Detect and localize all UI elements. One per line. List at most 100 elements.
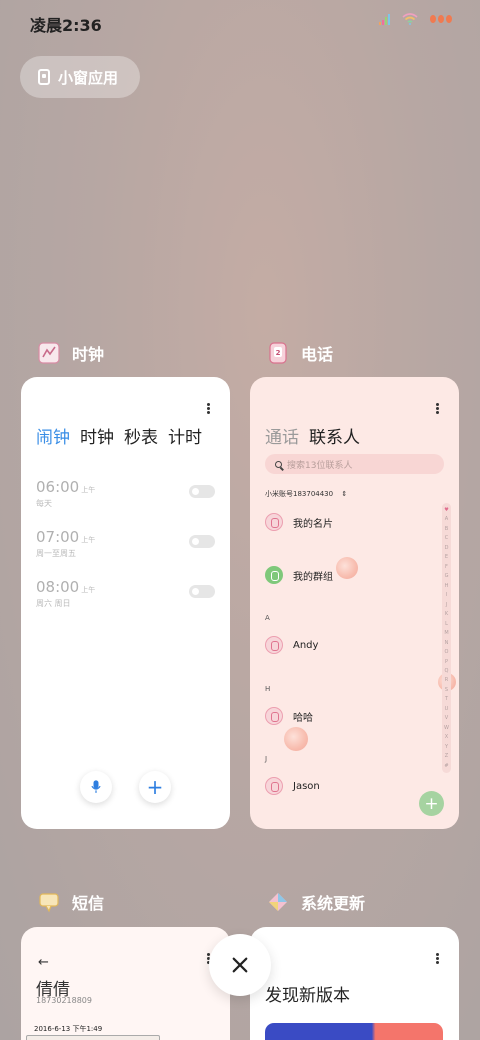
back-arrow-icon[interactable]: ← — [38, 955, 49, 970]
messages-card[interactable]: ← 倩倩 18730218809 2016-6-13 下午1:49 — [21, 927, 230, 1040]
contacts-search-input[interactable]: 搜索13位联系人 — [265, 454, 444, 474]
tab-calls[interactable]: 通话 — [265, 423, 299, 448]
close-icon — [232, 957, 248, 973]
add-alarm-button[interactable]: + — [139, 771, 171, 803]
update-more-icon[interactable] — [436, 953, 439, 964]
alphabet-index-letter[interactable]: Y — [445, 744, 448, 750]
clock-app-header[interactable]: 时钟 — [38, 341, 104, 365]
phone-app-icon: 2 — [269, 342, 287, 364]
search-placeholder: 搜索13位联系人 — [287, 460, 353, 471]
add-contact-button[interactable]: + — [419, 791, 444, 816]
avatar — [265, 777, 283, 795]
alphabet-index-letter[interactable]: K — [445, 611, 448, 617]
my-card-item[interactable]: 我的名片 — [265, 513, 333, 531]
tab-timer[interactable]: 计时 — [168, 423, 202, 448]
battery-icon — [430, 15, 452, 23]
alarm-time: 06:00 — [36, 478, 80, 496]
alarm-item[interactable]: 06:00 上午 每天 — [36, 477, 216, 513]
alphabet-index-letter[interactable]: H — [445, 583, 449, 589]
alarm-toggle[interactable] — [189, 585, 215, 598]
alphabet-index-letter[interactable]: F — [445, 564, 448, 570]
alphabet-index-letter[interactable]: S — [445, 687, 448, 693]
status-bar: 凌晨2:36 — [0, 0, 480, 40]
alarm-repeat: 周一至周五 — [36, 549, 76, 558]
update-app-title: 系统更新 — [301, 894, 366, 913]
clock-app-title: 时钟 — [72, 345, 105, 364]
alarm-repeat: 每天 — [36, 499, 52, 508]
alarm-time: 07:00 — [36, 528, 80, 546]
alphabet-index-letter[interactable]: O — [445, 649, 449, 655]
alarm-ampm: 上午 — [81, 536, 96, 544]
phone-tabs: 通话 联系人 — [265, 423, 360, 448]
search-icon — [275, 460, 282, 468]
alphabet-index-letter[interactable]: N — [445, 640, 449, 646]
tab-clock[interactable]: 时钟 — [80, 423, 114, 448]
status-icons — [379, 13, 452, 25]
clock-card[interactable]: 闹钟 时钟 秒表 计时 06:00 上午 每天 07:00 上午 周一至周五 08:… — [21, 377, 230, 829]
alphabet-index-letter[interactable]: Q — [445, 668, 449, 674]
alphabet-index-letter[interactable]: W — [444, 725, 449, 731]
tab-contacts[interactable]: 联系人 — [309, 423, 360, 448]
alphabet-index-letter[interactable]: B — [445, 526, 448, 532]
clock-more-icon[interactable] — [207, 403, 210, 414]
account-selector[interactable]: 小米账号183704430 ⇕ — [265, 489, 347, 499]
contact-name: 哈哈 — [293, 712, 313, 724]
alphabet-index-letter[interactable]: V — [445, 715, 448, 721]
floating-window-label: 小窗应用 — [58, 68, 119, 87]
contact-item[interactable]: Andy — [265, 636, 318, 654]
close-all-button[interactable] — [209, 934, 271, 996]
svg-text:2: 2 — [276, 349, 281, 357]
contacts-card[interactable]: 通话 联系人 搜索13位联系人 小米账号183704430 ⇕ 我的名片 我的群… — [250, 377, 459, 829]
alphabet-index-letter[interactable]: G — [445, 573, 449, 579]
alphabet-index-letter[interactable]: T — [445, 696, 448, 702]
alarm-ampm: 上午 — [81, 586, 96, 594]
section-letter: H — [265, 685, 271, 693]
alarm-item[interactable]: 08:00 上午 周六 周日 — [36, 577, 216, 613]
alphabet-index-letter[interactable]: L — [445, 621, 448, 627]
alarm-toggle[interactable] — [189, 485, 215, 498]
alphabet-index-letter[interactable]: ♥ — [444, 507, 448, 513]
message-bubble[interactable] — [26, 1035, 160, 1040]
account-label: 小米账号183704430 — [265, 490, 334, 498]
avatar — [265, 707, 283, 725]
alphabet-index-letter[interactable]: E — [445, 554, 448, 560]
alphabet-index-letter[interactable]: C — [445, 535, 449, 541]
status-time: 凌晨2:36 — [30, 16, 102, 35]
contacts-more-icon[interactable] — [436, 403, 439, 414]
alphabet-index-letter[interactable]: Z — [445, 753, 448, 759]
alphabet-index[interactable]: ♥ A B C D E F G H I J K L M N O P Q R S T U V W X Y Z # — [442, 503, 451, 773]
phone-app-header[interactable]: 2 电话 — [267, 341, 333, 365]
alphabet-index-letter[interactable]: D — [445, 545, 449, 551]
plus-icon: + — [424, 793, 439, 814]
tab-stopwatch[interactable]: 秒表 — [124, 423, 158, 448]
messages-app-title: 短信 — [72, 894, 105, 913]
alphabet-index-letter[interactable]: I — [446, 592, 447, 598]
my-groups-item[interactable]: 我的群组 — [265, 566, 333, 584]
clock-tabs: 闹钟 时钟 秒表 计时 — [36, 423, 202, 448]
update-headline: 发现新版本 — [265, 986, 350, 1006]
contact-item[interactable]: Jason — [265, 777, 320, 795]
alphabet-index-letter[interactable]: A — [445, 516, 448, 522]
voice-alarm-button[interactable] — [80, 771, 112, 803]
messages-app-icon — [39, 893, 59, 913]
floating-window-button[interactable]: 小窗应用 — [20, 56, 140, 98]
alphabet-index-letter[interactable]: X — [445, 734, 448, 740]
alphabet-index-letter[interactable]: J — [446, 602, 447, 608]
alarm-item[interactable]: 07:00 上午 周一至周五 — [36, 527, 216, 563]
peach-decoration — [336, 557, 358, 579]
alphabet-index-letter[interactable]: M — [444, 630, 448, 636]
tab-alarm[interactable]: 闹钟 — [36, 423, 70, 448]
phone-app-title: 电话 — [301, 345, 334, 364]
conversation-number: 18730218809 — [36, 996, 92, 1005]
alarm-toggle[interactable] — [189, 535, 215, 548]
update-app-header[interactable]: 系统更新 — [267, 890, 365, 914]
alphabet-index-letter[interactable]: U — [445, 706, 449, 712]
alphabet-index-letter[interactable]: P — [445, 659, 448, 665]
message-date: 2016-6-13 下午1:49 — [34, 1025, 103, 1033]
peach-decoration — [284, 727, 308, 751]
alphabet-index-letter[interactable]: # — [444, 763, 448, 769]
alphabet-index-letter[interactable]: R — [445, 677, 448, 683]
contact-item[interactable]: 哈哈 — [265, 707, 313, 725]
update-card[interactable]: 发现新版本 — [250, 927, 459, 1040]
messages-app-header[interactable]: 短信 — [38, 890, 104, 914]
